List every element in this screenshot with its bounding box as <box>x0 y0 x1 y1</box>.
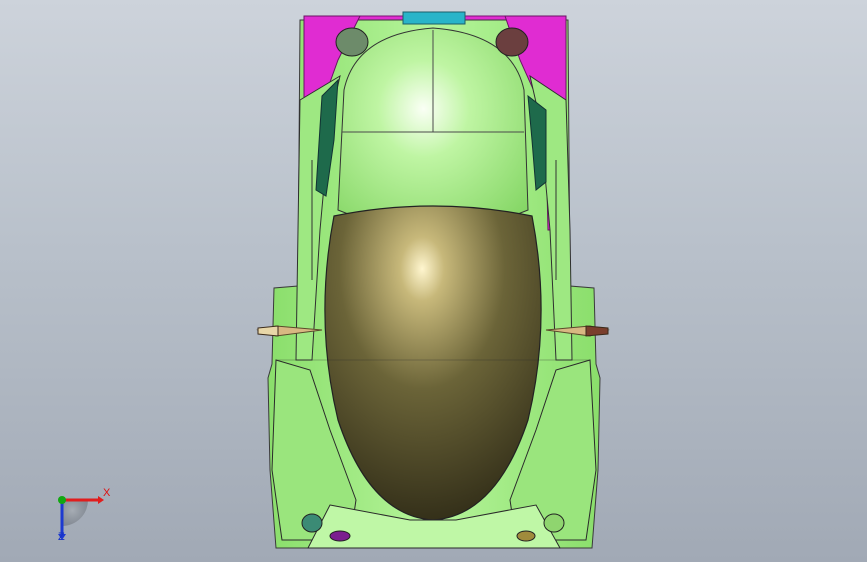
rear-light-left <box>335 27 369 57</box>
z-axis-label: Z <box>58 531 65 543</box>
tail-bar <box>402 11 466 25</box>
headlight-left <box>301 513 323 533</box>
graphics-viewport[interactable]: X Y Z <box>0 0 867 562</box>
rear-light-right <box>495 27 529 57</box>
car-model-top-view[interactable] <box>0 0 867 562</box>
triad-shade <box>62 500 88 526</box>
indicator-right <box>516 530 536 542</box>
y-axis-dot <box>58 496 66 504</box>
headlight-right <box>543 513 565 533</box>
x-axis-label: X <box>103 487 111 499</box>
indicator-left <box>329 530 351 542</box>
